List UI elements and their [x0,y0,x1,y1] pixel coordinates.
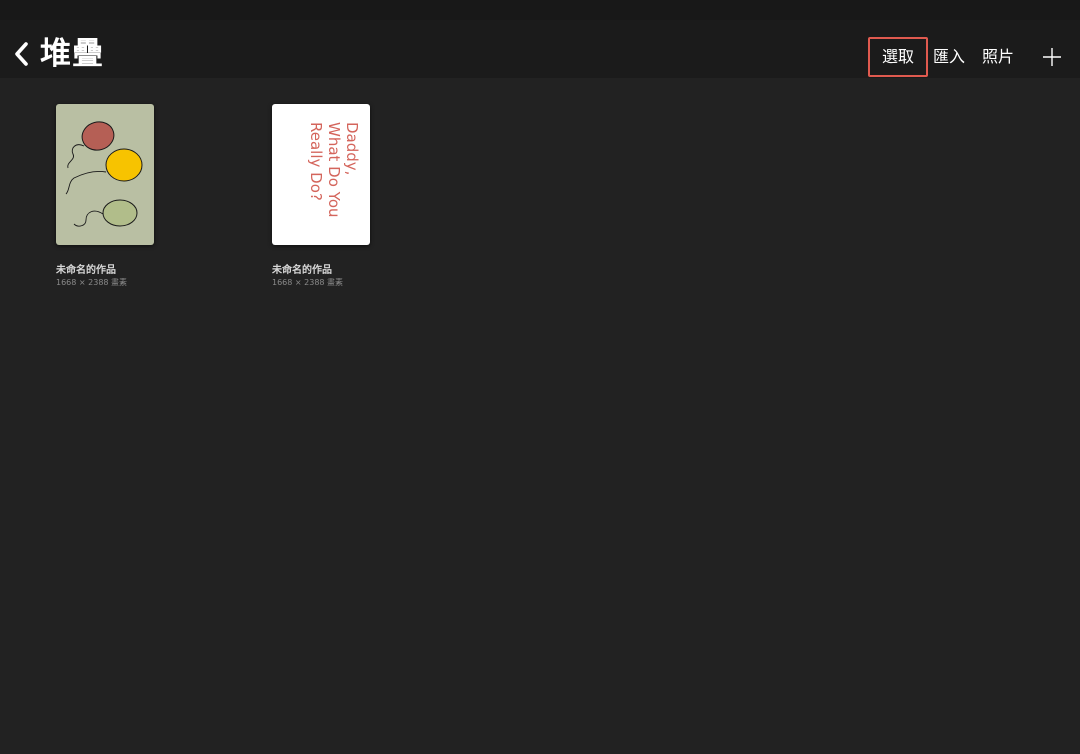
artwork-title: 未命名的作品 [56,265,116,276]
status-bar [0,0,1080,20]
handwriting-line: What Do You [325,122,343,218]
artwork-dimensions: 1668 × 2388 畫素 [272,278,344,287]
photo-button[interactable]: 照片 [980,37,1016,77]
select-button[interactable]: 選取 [868,37,928,77]
artwork-card[interactable]: Daddy, What Do You Really Do? 未命名的作品 166… [272,104,412,288]
artwork-card[interactable]: 未命名的作品 1668 × 2388 畫素 [56,104,196,288]
artwork-thumbnail[interactable] [56,104,154,245]
balloons-drawing [56,104,154,245]
import-button[interactable]: 匯入 [931,37,967,77]
plus-icon [1043,48,1061,66]
handwriting-line: Daddy, [343,122,361,175]
handwritten-note: Daddy, What Do You Really Do? [272,104,370,245]
toolbar: 選取 匯入 照片 [0,37,1080,77]
artwork-dimensions: 1668 × 2388 畫素 [56,278,128,287]
handwriting-line: Really Do? [307,122,325,201]
add-button[interactable] [1038,37,1066,77]
artwork-thumbnail[interactable]: Daddy, What Do You Really Do? [272,104,370,245]
artwork-title: 未命名的作品 [272,265,332,276]
artwork-gallery: 未命名的作品 1668 × 2388 畫素 Daddy, What Do You… [0,78,1080,754]
